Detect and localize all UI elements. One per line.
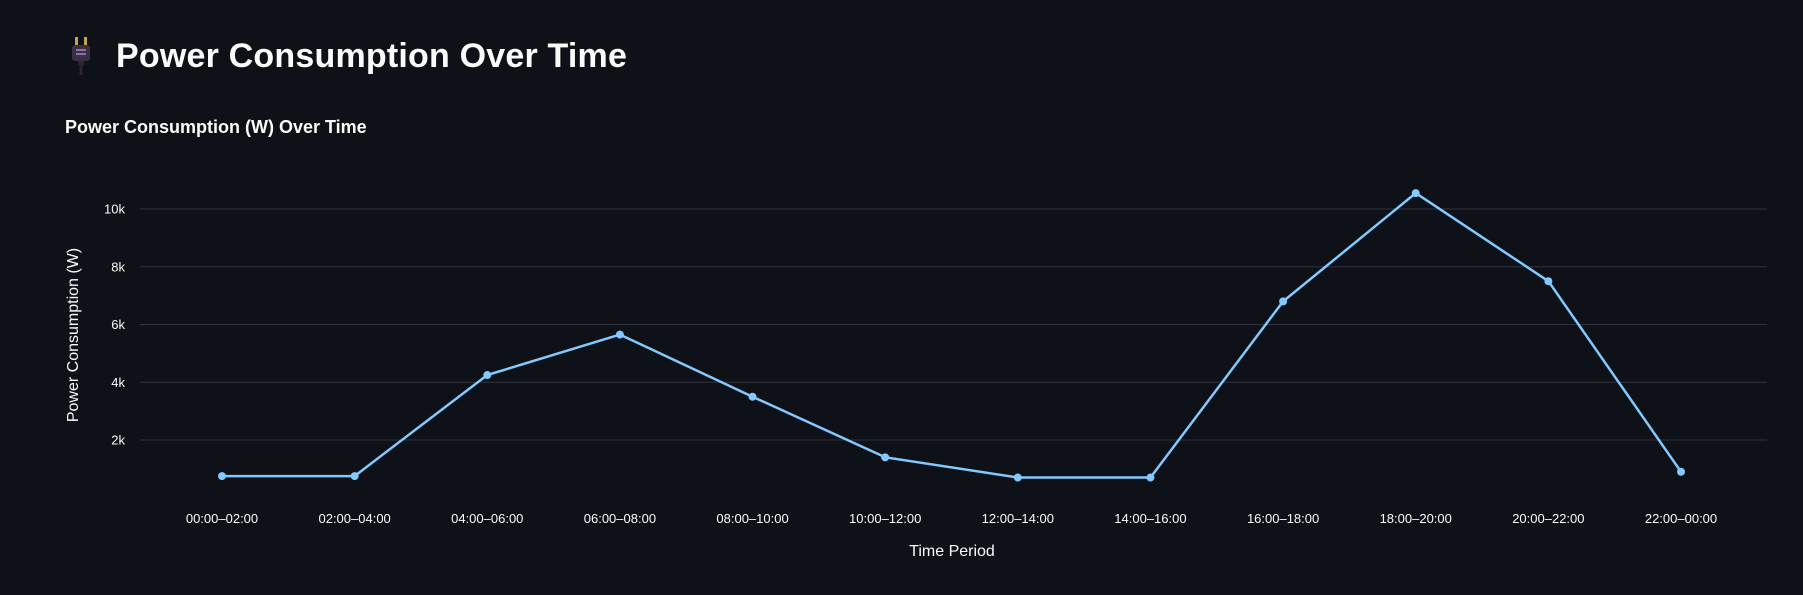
y-tick-label: 8k xyxy=(111,259,125,274)
x-tick-label: 14:00–16:00 xyxy=(1114,511,1186,526)
x-tick-label: 08:00–10:00 xyxy=(716,511,788,526)
x-tick-label: 12:00–14:00 xyxy=(982,511,1054,526)
data-point[interactable] xyxy=(1677,467,1685,476)
y-axis-ticks: 2k 4k 6k 8k 10k xyxy=(104,202,125,448)
x-tick-label: 20:00–22:00 xyxy=(1512,511,1584,526)
data-point[interactable] xyxy=(881,453,890,462)
y-tick-label: 6k xyxy=(111,317,125,332)
series-line xyxy=(222,191,1683,479)
x-tick-label: 02:00–04:00 xyxy=(318,511,390,526)
data-point[interactable] xyxy=(615,330,624,339)
grid-lines xyxy=(140,208,1767,441)
app-page: Power Consumption Over Time Power Consum… xyxy=(0,0,1803,595)
x-axis-ticks: 00:00–02:00 02:00–04:00 04:00–06:00 06:00–0… xyxy=(186,511,1717,526)
x-tick-label: 22:00–00:00 xyxy=(1645,511,1717,526)
data-point[interactable] xyxy=(350,472,359,481)
data-point[interactable] xyxy=(483,371,492,380)
y-tick-label: 10k xyxy=(104,202,125,217)
x-tick-label: 06:00–08:00 xyxy=(584,511,656,526)
data-point[interactable] xyxy=(1146,473,1155,482)
data-point[interactable] xyxy=(1279,297,1288,306)
x-tick-label: 10:00–12:00 xyxy=(849,511,921,526)
data-point[interactable] xyxy=(1013,473,1022,482)
series-points xyxy=(218,189,1685,482)
x-tick-label: 04:00–06:00 xyxy=(451,511,523,526)
data-point[interactable] xyxy=(1411,189,1420,198)
line-chart: 2k 4k 6k 8k 10k 00:00–02:00 02:00–04:00 04:00–… xyxy=(65,189,1767,560)
x-tick-label: 16:00–18:00 xyxy=(1247,511,1319,526)
y-tick-label: 2k xyxy=(111,433,125,448)
data-point[interactable] xyxy=(218,472,226,481)
y-tick-label: 4k xyxy=(111,375,125,390)
x-tick-label: 18:00–20:00 xyxy=(1380,511,1452,526)
data-point[interactable] xyxy=(1544,277,1553,286)
data-point[interactable] xyxy=(748,392,757,401)
x-axis-title: Time Period xyxy=(909,543,995,560)
y-axis-title: Power Consumption (W) xyxy=(65,248,82,422)
x-tick-label: 00:00–02:00 xyxy=(186,511,258,526)
